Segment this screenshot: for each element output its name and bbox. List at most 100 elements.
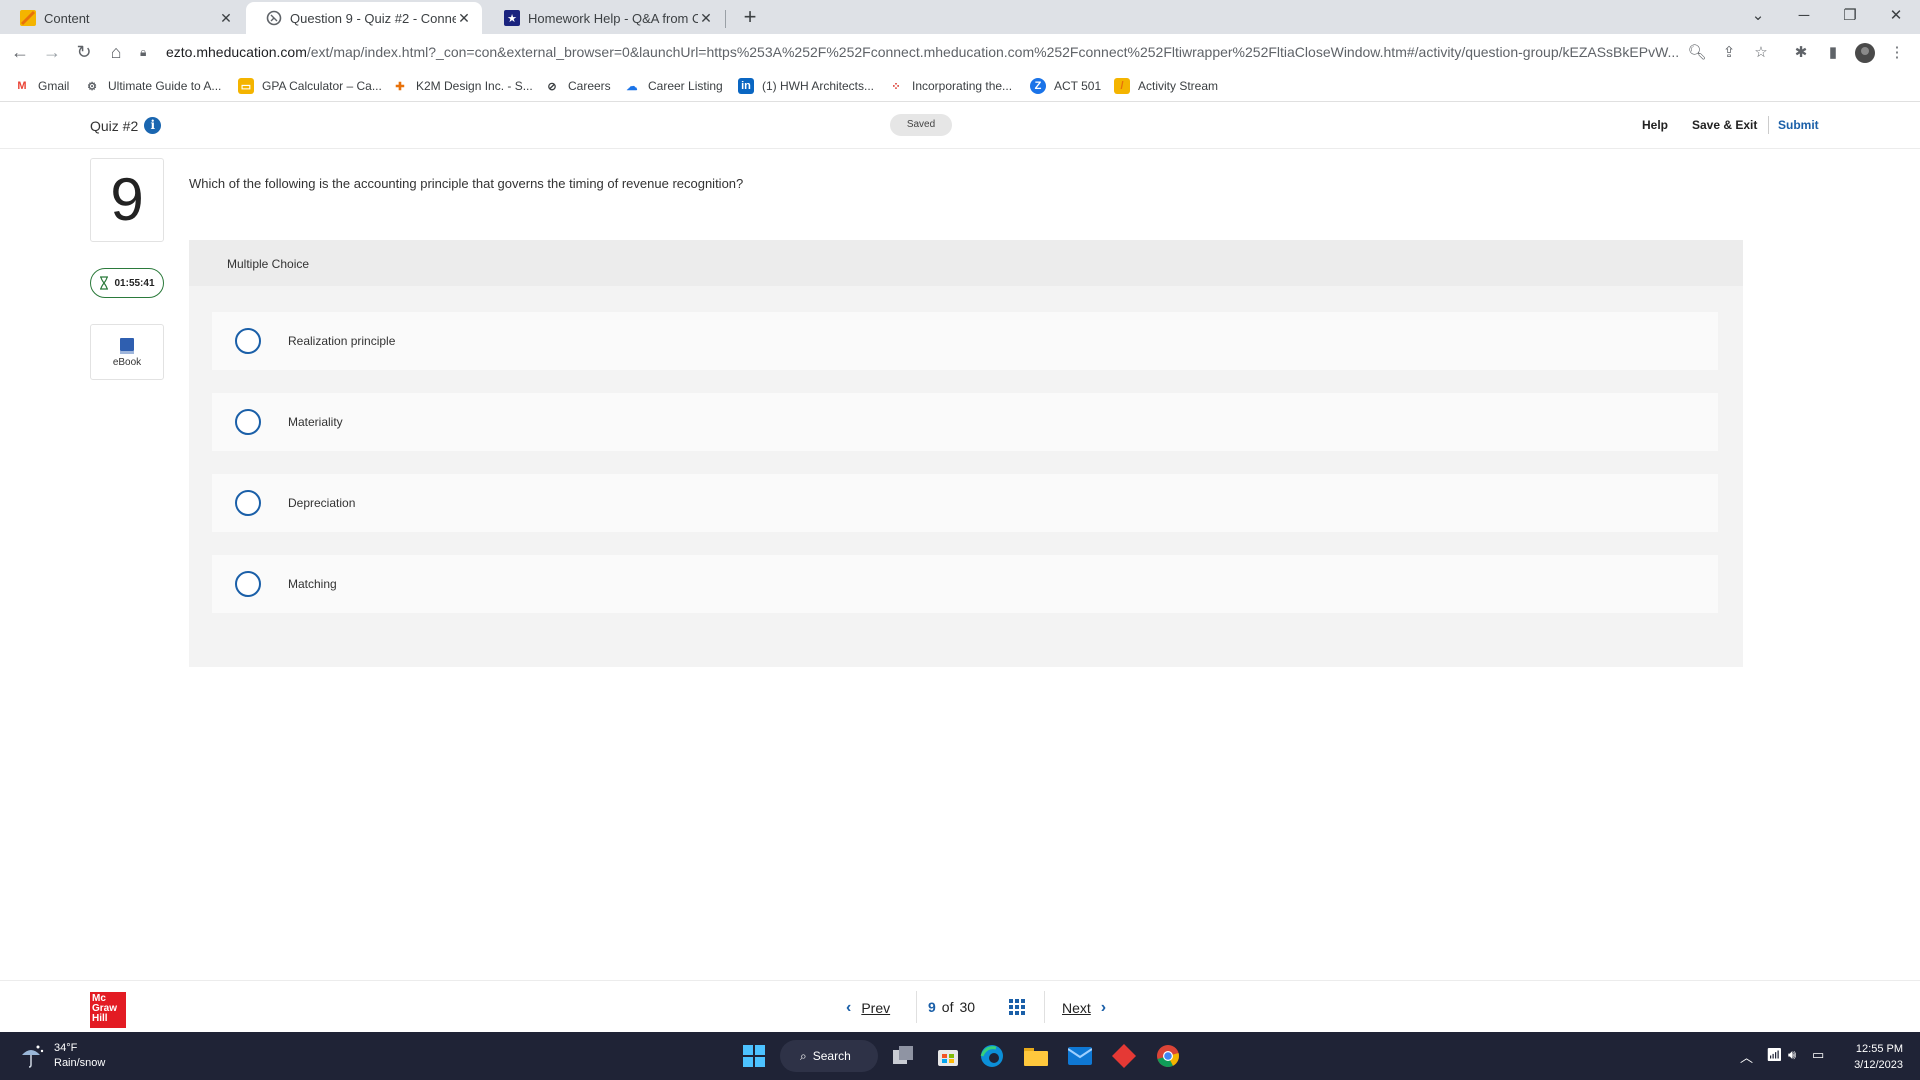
prev-button[interactable]: ‹ Prev — [846, 999, 890, 1017]
bookmark-star-icon[interactable]: ☆ — [1750, 42, 1772, 64]
side-panel-icon[interactable]: ▮ — [1822, 42, 1844, 64]
bookmark-k2m-design[interactable]: ✚ K2M Design Inc. - S... — [392, 78, 532, 94]
option-label: Matching — [288, 577, 337, 591]
compass-icon: ⊘ — [547, 80, 557, 93]
chrome-icon[interactable] — [1154, 1042, 1182, 1070]
tab-close-icon[interactable]: ✕ — [218, 10, 234, 27]
tab-separator — [725, 10, 726, 28]
new-tab-icon[interactable]: + — [738, 6, 762, 30]
zoom-icon[interactable]: 🔍︎ — [1686, 42, 1708, 64]
app-diamond-icon[interactable] — [1110, 1042, 1138, 1070]
footer-divider — [1044, 991, 1045, 1023]
tab-search-chevron-icon[interactable]: ⌄ — [1738, 4, 1778, 28]
back-icon[interactable]: ← — [8, 40, 32, 64]
radio-button[interactable] — [235, 328, 261, 354]
save-exit-button[interactable]: Save & Exit — [1692, 118, 1757, 132]
browser-tab-question[interactable]: Question 9 - Quiz #2 - Connect ✕ — [246, 2, 482, 34]
quiz-header: Quiz #2 i Saved Help Save & Exit Submit — [0, 103, 1920, 149]
ebook-label: eBook — [112, 357, 142, 368]
dots-icon: ⁘ — [891, 80, 901, 93]
url-text: ezto.mheducation.com/ext/map/index.html?… — [166, 44, 1680, 60]
lock-icon: 🔒︎ — [140, 44, 147, 59]
minimize-icon[interactable]: ─ — [1784, 4, 1824, 28]
restore-icon[interactable]: ❐ — [1830, 4, 1870, 28]
folder-icon: ▭ — [238, 78, 254, 94]
bookmark-career-listing[interactable]: ☁ Career Listing — [624, 78, 723, 94]
ebook-button[interactable]: eBook — [90, 324, 164, 380]
question-grid-icon[interactable] — [1009, 999, 1025, 1015]
bookmark-careers[interactable]: ⊘ Careers — [544, 78, 610, 94]
reload-icon[interactable]: ↻ — [72, 40, 96, 64]
tab-title: Homework Help - Q&A from Onl — [528, 10, 698, 26]
extensions-icon[interactable]: ✱ — [1790, 42, 1812, 64]
book-icon — [120, 338, 134, 354]
windows-start-icon[interactable] — [740, 1042, 768, 1070]
windows-taskbar: 34°F Rain/snow ⌕ Search ︿ 📶︎ 🔊︎ ▭ 12:55 … — [0, 1032, 1920, 1080]
rain-snow-icon — [22, 1045, 44, 1068]
bookmark-act-501[interactable]: Z ACT 501 — [1030, 78, 1101, 94]
chevron-left-icon: ‹ — [846, 999, 852, 1016]
info-icon[interactable]: i — [144, 117, 162, 134]
bookmark-gmail[interactable]: M Gmail — [14, 78, 69, 94]
timer-badge[interactable]: 01:55:41 — [90, 268, 164, 298]
tray-overflow-chevron-icon[interactable]: ︿ — [1740, 1047, 1753, 1066]
lifebuoy-icon: ✚ — [395, 80, 405, 93]
file-explorer-icon[interactable] — [1022, 1042, 1050, 1070]
bookmarks-bar: M Gmail ⚙ Ultimate Guide to A... ▭ GPA Calc… — [0, 70, 1920, 102]
close-window-icon[interactable]: ✕ — [1876, 4, 1916, 28]
cloud-icon: ☁ — [626, 80, 638, 93]
bookmark-gpa-calculator[interactable]: ▭ GPA Calculator – Ca... — [238, 78, 382, 94]
battery-icon[interactable]: ▭ — [1812, 1047, 1824, 1063]
answer-option-depreciation[interactable]: Depreciation — [212, 474, 1718, 532]
answer-option-realization-principle[interactable]: Realization principle — [212, 312, 1718, 370]
gmail-icon: M — [17, 80, 27, 92]
task-view-icon[interactable] — [890, 1042, 918, 1070]
forward-icon[interactable]: → — [40, 40, 64, 64]
bookmark-activity-stream[interactable]: / Activity Stream — [1114, 78, 1218, 94]
browser-tab-content[interactable]: Content ✕ — [0, 2, 244, 34]
browser-tab-strip: Content ✕ Question 9 - Quiz #2 - Connect… — [0, 0, 1920, 34]
page-indicator: 9 of 30 — [928, 999, 976, 1015]
radio-button[interactable] — [235, 409, 261, 435]
weather-condition: Rain/snow — [54, 1057, 106, 1069]
star-badge-icon: ★ — [504, 10, 520, 26]
wifi-icon[interactable]: 📶︎ — [1766, 1047, 1783, 1063]
option-label: Materiality — [288, 415, 343, 429]
address-bar[interactable]: 🔒︎ ezto.mheducation.com/ext/map/index.ht… — [140, 37, 1710, 67]
system-clock[interactable]: 12:55 PM 3/12/2023 — [1843, 1041, 1903, 1073]
browser-toolbar: ← → ↻ ⌂ 🔒︎ ezto.mheducation.com/ext/map/… — [0, 34, 1920, 70]
tab-title: Question 9 - Quiz #2 - Connect — [290, 10, 456, 26]
gear-icon: ⚙ — [87, 80, 97, 93]
answer-option-matching[interactable]: Matching — [212, 555, 1718, 613]
browser-tab-homework-help[interactable]: ★ Homework Help - Q&A from Onl ✕ — [484, 2, 724, 34]
bookmark-hwh-architects[interactable]: in (1) HWH Architects... — [738, 78, 874, 94]
tab-close-icon[interactable]: ✕ — [456, 10, 472, 27]
volume-icon[interactable]: 🔊︎ — [1788, 1047, 1796, 1063]
edge-icon[interactable] — [978, 1042, 1006, 1070]
menu-kebab-icon[interactable]: ⋮ — [1886, 42, 1908, 64]
option-label: Realization principle — [288, 334, 396, 348]
clock-time: 12:55 PM — [1855, 1043, 1903, 1055]
home-icon[interactable]: ⌂ — [104, 40, 128, 64]
mail-icon[interactable] — [1066, 1042, 1094, 1070]
question-type-heading: Multiple Choice — [189, 240, 1743, 286]
multiple-choice-panel: Multiple Choice Realization principle Ma… — [189, 240, 1743, 667]
weather-widget[interactable]: 34°F Rain/snow — [18, 1041, 105, 1071]
share-icon[interactable]: ⇪ — [1718, 42, 1740, 64]
answer-option-materiality[interactable]: Materiality — [212, 393, 1718, 451]
tab-close-icon[interactable]: ✕ — [698, 10, 714, 27]
next-button[interactable]: Next › — [1062, 999, 1106, 1017]
radio-button[interactable] — [235, 571, 261, 597]
submit-button[interactable]: Submit — [1778, 118, 1819, 132]
taskbar-search[interactable]: ⌕ Search — [780, 1040, 878, 1072]
bookmark-ultimate-guide[interactable]: ⚙ Ultimate Guide to A... — [84, 78, 221, 94]
z-icon: Z — [1030, 78, 1046, 94]
bookmark-incorporating[interactable]: ⁘ Incorporating the... — [888, 78, 1012, 94]
profile-avatar-icon[interactable] — [1854, 42, 1876, 64]
question-number: 9 — [90, 158, 164, 242]
store-icon[interactable] — [934, 1042, 962, 1070]
help-link[interactable]: Help — [1642, 118, 1668, 132]
radio-button[interactable] — [235, 490, 261, 516]
content-favicon-icon — [20, 10, 36, 26]
saved-status-badge: Saved — [890, 114, 952, 136]
